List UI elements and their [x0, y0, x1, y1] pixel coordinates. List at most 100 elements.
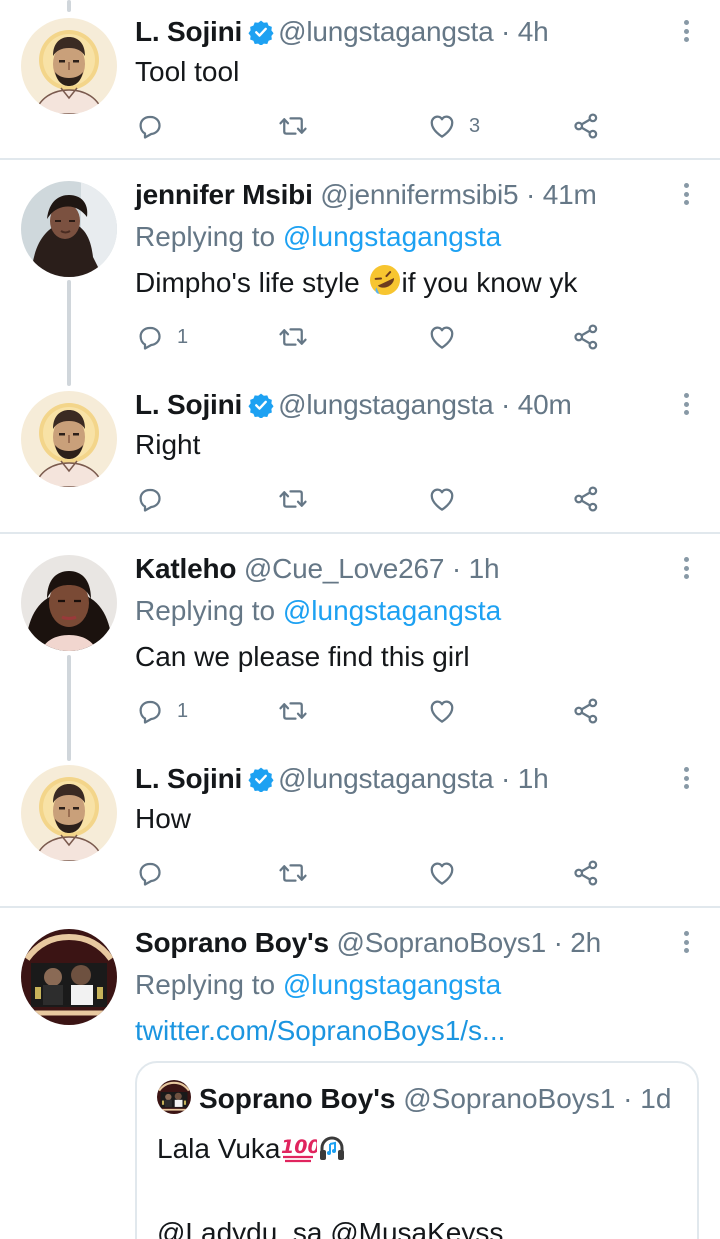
- tweet-header: L. Sojini @lungstagangsta · 4h: [135, 12, 549, 52]
- separator-dot: ·: [501, 16, 511, 47]
- headphones-icon: [319, 1136, 344, 1160]
- reply-button[interactable]: [135, 853, 177, 893]
- like-button[interactable]: [427, 853, 469, 893]
- tweet[interactable]: L. Sojini @lungstagangsta · 40m Right: [0, 385, 720, 531]
- display-name[interactable]: L. Sojini: [135, 16, 242, 47]
- reply-button[interactable]: 1: [135, 317, 188, 357]
- heart-icon: [427, 111, 457, 141]
- retweet-icon: [278, 322, 308, 352]
- mention-link[interactable]: @lungstagangsta: [283, 969, 501, 1000]
- timestamp[interactable]: 1h: [469, 553, 500, 584]
- reply-icon: [135, 484, 165, 514]
- share-button[interactable]: [571, 479, 601, 519]
- mention-link[interactable]: @lungstagangsta: [283, 595, 501, 626]
- username[interactable]: @lungstagangsta: [278, 16, 494, 47]
- tweet-header: L. Sojini @lungstagangsta · 40m: [135, 385, 572, 425]
- mention-link[interactable]: @lungstagangsta: [283, 221, 501, 252]
- retweet-button[interactable]: [278, 691, 308, 731]
- username[interactable]: @Cue_Love267: [244, 553, 445, 584]
- avatar[interactable]: [21, 181, 117, 277]
- tweet[interactable]: L. Sojini @lungstagangsta · 1h How: [0, 759, 720, 905]
- avatar[interactable]: [21, 18, 117, 114]
- share-button[interactable]: [571, 853, 601, 893]
- timestamp[interactable]: 41m: [543, 179, 597, 210]
- retweet-icon: [278, 484, 308, 514]
- reply-icon: [135, 111, 165, 141]
- tweet-link[interactable]: twitter.com/SopranoBoys1/s...: [135, 1011, 505, 1051]
- quoted-avatar: [157, 1080, 191, 1114]
- display-name[interactable]: Soprano Boy's: [135, 927, 329, 958]
- retweet-icon: [278, 696, 308, 726]
- display-name[interactable]: L. Sojini: [135, 389, 242, 420]
- retweet-button[interactable]: [278, 853, 308, 893]
- timestamp[interactable]: 1h: [518, 763, 549, 794]
- action-bar: 3: [135, 106, 615, 146]
- avatar[interactable]: [21, 391, 117, 487]
- share-icon: [571, 111, 601, 141]
- display-name[interactable]: L. Sojini: [135, 763, 242, 794]
- avatar[interactable]: [21, 555, 117, 651]
- share-icon: [571, 322, 601, 352]
- avatar[interactable]: [21, 929, 117, 1025]
- quoted-timestamp: 1d: [640, 1083, 672, 1114]
- tweet-text: Dimpho's life style if you know yk: [135, 263, 577, 303]
- username[interactable]: @SopranoBoys1: [336, 927, 546, 958]
- timestamp[interactable]: 4h: [518, 16, 549, 47]
- more-options-icon[interactable]: [680, 183, 692, 207]
- divider: [0, 532, 720, 534]
- more-options-icon[interactable]: [680, 393, 692, 417]
- replying-to: Replying to @lungstagangsta: [135, 969, 502, 1000]
- share-button[interactable]: [571, 106, 601, 146]
- reply-icon: [135, 858, 165, 888]
- tweet[interactable]: Soprano Boy's @SopranoBoys1 · 2h Replyin…: [0, 923, 720, 1239]
- avatar[interactable]: [21, 765, 117, 861]
- tweet-header: L. Sojini @lungstagangsta · 1h: [135, 759, 549, 799]
- verified-badge-icon: [248, 19, 274, 45]
- divider: [0, 158, 720, 160]
- username[interactable]: @lungstagangsta: [278, 763, 494, 794]
- action-bar: 1: [135, 691, 615, 731]
- retweet-button[interactable]: [278, 317, 308, 357]
- heart-icon: [427, 484, 457, 514]
- like-button[interactable]: [427, 479, 469, 519]
- retweet-button[interactable]: [278, 106, 308, 146]
- tweet[interactable]: Katleho @Cue_Love267 · 1h Replying to @l…: [0, 549, 720, 749]
- more-options-icon[interactable]: [680, 20, 692, 44]
- heart-icon: [427, 858, 457, 888]
- display-name[interactable]: Katleho: [135, 553, 236, 584]
- retweet-button[interactable]: [278, 479, 308, 519]
- replying-to: Replying to @lungstagangsta: [135, 595, 502, 626]
- tweet[interactable]: jennifer Msibi @jennifermsibi5 · 41m Rep…: [0, 175, 720, 375]
- quoted-tweet-text: Lala Vuka 100: [157, 1129, 347, 1169]
- heart-icon: [427, 696, 457, 726]
- action-bar: 1: [135, 317, 615, 357]
- more-options-icon[interactable]: [680, 931, 692, 955]
- reply-icon: [135, 322, 165, 352]
- share-button[interactable]: [571, 691, 601, 731]
- reply-button[interactable]: [135, 106, 177, 146]
- more-options-icon[interactable]: [680, 557, 692, 581]
- timestamp[interactable]: 40m: [518, 389, 572, 420]
- retweet-icon: [278, 858, 308, 888]
- tweet-header: Katleho @Cue_Love267 · 1h: [135, 549, 500, 589]
- reply-button[interactable]: 1: [135, 691, 188, 731]
- separator-dot: ·: [501, 763, 511, 794]
- tweet[interactable]: L. Sojini @lungstagangsta · 4h Tool tool …: [0, 12, 720, 158]
- display-name[interactable]: jennifer Msibi: [135, 179, 313, 210]
- reply-button[interactable]: [135, 479, 177, 519]
- like-button[interactable]: [427, 691, 469, 731]
- tweet-text: Right: [135, 429, 201, 460]
- timestamp[interactable]: 2h: [570, 927, 601, 958]
- share-icon: [571, 484, 601, 514]
- more-options-icon[interactable]: [680, 767, 692, 791]
- username[interactable]: @jennifermsibi5: [320, 179, 518, 210]
- username[interactable]: @lungstagangsta: [278, 389, 494, 420]
- like-button[interactable]: [427, 317, 469, 357]
- share-icon: [571, 858, 601, 888]
- divider: [0, 906, 720, 908]
- quoted-tweet[interactable]: Soprano Boy's @SopranoBoys1 · 1d Lala Vu…: [135, 1061, 699, 1239]
- action-bar: [135, 853, 615, 893]
- like-button[interactable]: 3: [427, 106, 480, 146]
- share-button[interactable]: [571, 317, 601, 357]
- tweet-text: Can we please find this girl: [135, 641, 470, 672]
